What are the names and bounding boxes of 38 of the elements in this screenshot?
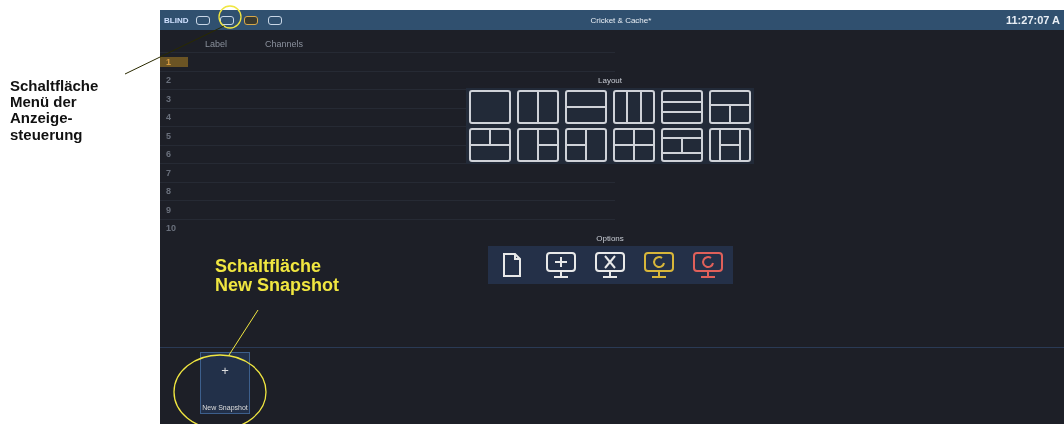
option-button[interactable] [487,246,537,284]
row-number[interactable]: 9 [160,204,188,215]
leader-line [228,309,259,356]
display-button[interactable] [268,15,283,25]
layout-button[interactable] [514,88,562,126]
layout-button[interactable] [466,88,514,126]
callout-label: Schaltfläche Menü der Anzeige- steuerung [10,78,99,143]
layout-button[interactable] [706,126,754,164]
layout-button[interactable] [610,88,658,126]
layout-button[interactable] [706,88,754,126]
callout-label: Schaltfläche New Snapshot [215,257,339,296]
row-number[interactable]: 1 [160,56,188,67]
section-title: Options [596,234,624,243]
row-number[interactable]: 7 [160,167,188,178]
mode-label: BLIND [164,15,189,25]
display-button[interactable] [244,15,259,25]
window-title: Cricket & Cache* [590,15,652,25]
clock: 11:27:07 A [1005,14,1060,26]
layout-button[interactable] [610,126,658,164]
layout-button[interactable] [562,88,610,126]
callout-circle [218,5,242,29]
layout-button[interactable] [658,88,706,126]
layout-button[interactable] [658,126,706,164]
column-header: Label [205,39,229,49]
row-number[interactable]: 3 [160,93,188,104]
display-button[interactable] [220,15,235,25]
layout-button[interactable] [466,126,514,164]
row-number[interactable]: 5 [160,130,188,141]
row-number[interactable]: 10 [160,223,188,234]
row-number[interactable]: 8 [160,186,188,197]
display-button[interactable] [196,15,211,25]
row-number[interactable]: 6 [160,149,188,160]
column-header: Channels [265,39,305,49]
section-title: Layout [598,76,622,85]
layout-button[interactable] [514,126,562,164]
layout-button[interactable] [562,126,610,164]
row-number[interactable]: 2 [160,75,188,86]
row-number[interactable]: 4 [160,112,188,123]
